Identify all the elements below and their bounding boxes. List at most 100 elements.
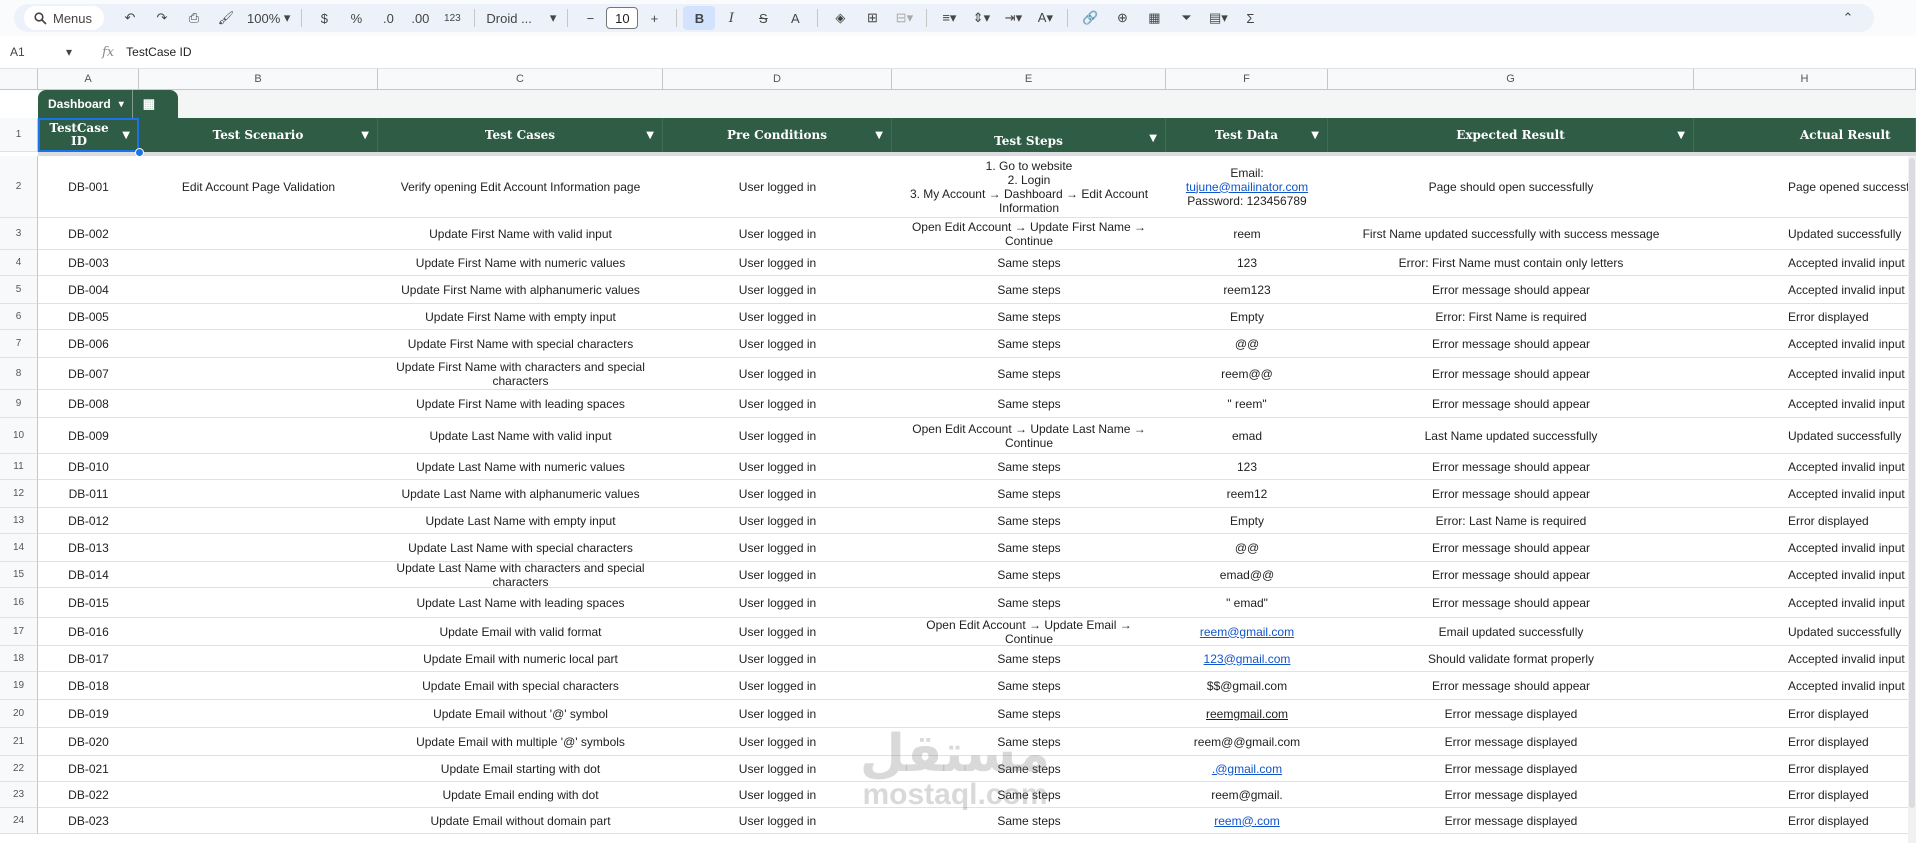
- cell-scenario[interactable]: [139, 508, 378, 533]
- row-header[interactable]: 7: [0, 330, 38, 358]
- cell-actual[interactable]: Accepted invalid input: [1694, 250, 1916, 275]
- row-header[interactable]: 22: [0, 756, 38, 782]
- cell-data[interactable]: @@: [1166, 534, 1328, 561]
- cell-steps[interactable]: 1. Go to website 2. Login 3. My Account …: [892, 156, 1166, 217]
- zoom-select[interactable]: 100% ▾: [242, 6, 295, 30]
- cell-expected[interactable]: Should validate format properly: [1328, 646, 1694, 671]
- italic-button[interactable]: I: [715, 6, 747, 30]
- cell-expected[interactable]: Email updated successfully: [1328, 618, 1694, 645]
- cell-steps[interactable]: Open Edit Account → Update First Name → …: [892, 218, 1166, 249]
- cell-steps[interactable]: Same steps: [892, 646, 1166, 671]
- cell-id[interactable]: DB-012: [38, 508, 139, 533]
- row-header[interactable]: 24: [0, 808, 38, 834]
- print-icon[interactable]: ⎙: [178, 6, 210, 30]
- cell-case[interactable]: Update First Name with leading spaces: [378, 390, 663, 417]
- cell-id[interactable]: DB-013: [38, 534, 139, 561]
- filter-dropdown-icon[interactable]: ▼: [361, 129, 369, 142]
- strikethrough-button[interactable]: S: [747, 6, 779, 30]
- menus-search[interactable]: Menus: [24, 6, 104, 30]
- cell-pre[interactable]: User logged in: [663, 358, 892, 389]
- cell-scenario[interactable]: [139, 358, 378, 389]
- row-header[interactable]: 14: [0, 534, 38, 562]
- cell-actual[interactable]: Error displayed: [1694, 782, 1916, 807]
- cell-actual[interactable]: Accepted invalid input: [1694, 534, 1916, 561]
- row-header[interactable]: 21: [0, 728, 38, 756]
- cell-steps[interactable]: Same steps: [892, 390, 1166, 417]
- filter-dropdown-icon[interactable]: ▼: [1311, 129, 1319, 142]
- cell-pre[interactable]: User logged in: [663, 156, 892, 217]
- collapse-toolbar-icon[interactable]: ⌃: [1832, 6, 1864, 30]
- cell-data[interactable]: Empty: [1166, 508, 1328, 533]
- text-wrap-icon[interactable]: ⇥▾: [997, 6, 1029, 30]
- cell-data[interactable]: @@: [1166, 330, 1328, 357]
- cell-steps[interactable]: Same steps: [892, 756, 1166, 781]
- email-link[interactable]: tujune@mailinator.com: [1186, 180, 1308, 194]
- cell-scenario[interactable]: [139, 672, 378, 699]
- cell-steps[interactable]: Same steps: [892, 358, 1166, 389]
- row-header[interactable]: 3: [0, 218, 38, 250]
- cell-case[interactable]: Update First Name with valid input: [378, 218, 663, 249]
- cell-actual[interactable]: Error displayed: [1694, 728, 1916, 755]
- cell-id[interactable]: DB-005: [38, 304, 139, 329]
- cell-pre[interactable]: User logged in: [663, 562, 892, 587]
- row-header[interactable]: 20: [0, 700, 38, 728]
- cell-pre[interactable]: User logged in: [663, 418, 892, 453]
- cell-id[interactable]: DB-009: [38, 418, 139, 453]
- filter-dropdown-icon[interactable]: ▼: [1677, 129, 1685, 142]
- increase-font-size-button[interactable]: +: [638, 6, 670, 30]
- filter-icon[interactable]: ⏷: [1170, 6, 1202, 30]
- functions-button[interactable]: Σ: [1234, 6, 1266, 30]
- cell-steps[interactable]: Same steps: [892, 454, 1166, 479]
- email-link[interactable]: .@gmail.com: [1212, 762, 1282, 776]
- filter-dropdown-icon[interactable]: ▼: [646, 129, 654, 142]
- cell-data[interactable]: reem@gmail.: [1166, 782, 1328, 807]
- cell-expected[interactable]: First Name updated successfully with suc…: [1328, 218, 1694, 249]
- row-header[interactable]: 1: [0, 118, 38, 152]
- cell-actual[interactable]: Accepted invalid input: [1694, 646, 1916, 671]
- filter-dropdown-icon[interactable]: ▼: [122, 129, 130, 142]
- cell-expected[interactable]: Error: First Name is required: [1328, 304, 1694, 329]
- header-cell[interactable]: TestCase ID ▼: [38, 118, 139, 152]
- cell-data[interactable]: emad@@: [1166, 562, 1328, 587]
- column-header-d[interactable]: D: [663, 69, 892, 90]
- cell-data[interactable]: reem@@: [1166, 358, 1328, 389]
- cell-case[interactable]: Update Email with special characters: [378, 672, 663, 699]
- cell-expected[interactable]: Error: Last Name is required: [1328, 508, 1694, 533]
- cell-expected[interactable]: Error message displayed: [1328, 728, 1694, 755]
- cell-scenario[interactable]: [139, 728, 378, 755]
- email-link[interactable]: 123@gmail.com: [1204, 652, 1291, 666]
- cell-expected[interactable]: Error message displayed: [1328, 756, 1694, 781]
- insert-chart-icon[interactable]: ▦: [1138, 6, 1170, 30]
- cell-pre[interactable]: User logged in: [663, 218, 892, 249]
- horizontal-align-icon[interactable]: ≡▾: [933, 6, 965, 30]
- cell-data[interactable]: reem: [1166, 218, 1328, 249]
- cell-expected[interactable]: Error message should appear: [1328, 480, 1694, 507]
- row-header[interactable]: 9: [0, 390, 38, 418]
- insert-link-icon[interactable]: 🔗: [1074, 6, 1106, 30]
- cell-actual[interactable]: Error displayed: [1694, 700, 1916, 727]
- column-header-f[interactable]: F: [1166, 69, 1328, 90]
- column-header-g[interactable]: G: [1328, 69, 1694, 90]
- cell-id[interactable]: DB-001: [38, 156, 139, 217]
- cell-case[interactable]: Update Email starting with dot: [378, 756, 663, 781]
- cell-id[interactable]: DB-019: [38, 700, 139, 727]
- cell-data[interactable]: " reem": [1166, 390, 1328, 417]
- header-cell[interactable]: Test Steps ▼: [892, 118, 1166, 152]
- cell-steps[interactable]: Same steps: [892, 562, 1166, 587]
- row-header[interactable]: 13: [0, 508, 38, 534]
- cell-scenario[interactable]: [139, 454, 378, 479]
- cell-expected[interactable]: Page should open successfully: [1328, 156, 1694, 217]
- text-rotation-icon[interactable]: A▾: [1029, 6, 1061, 30]
- cell-scenario[interactable]: [139, 588, 378, 617]
- cell-scenario[interactable]: [139, 562, 378, 587]
- cell-case[interactable]: Update Email without '@' symbol: [378, 700, 663, 727]
- cell-scenario[interactable]: [139, 782, 378, 807]
- cell-steps[interactable]: Same steps: [892, 250, 1166, 275]
- cell-id[interactable]: DB-016: [38, 618, 139, 645]
- row-header[interactable]: 6: [0, 304, 38, 330]
- cell-case[interactable]: Update Email ending with dot: [378, 782, 663, 807]
- cell-id[interactable]: DB-011: [38, 480, 139, 507]
- cell-case[interactable]: Update Last Name with valid input: [378, 418, 663, 453]
- cell-id[interactable]: DB-015: [38, 588, 139, 617]
- row-header[interactable]: 11: [0, 454, 38, 480]
